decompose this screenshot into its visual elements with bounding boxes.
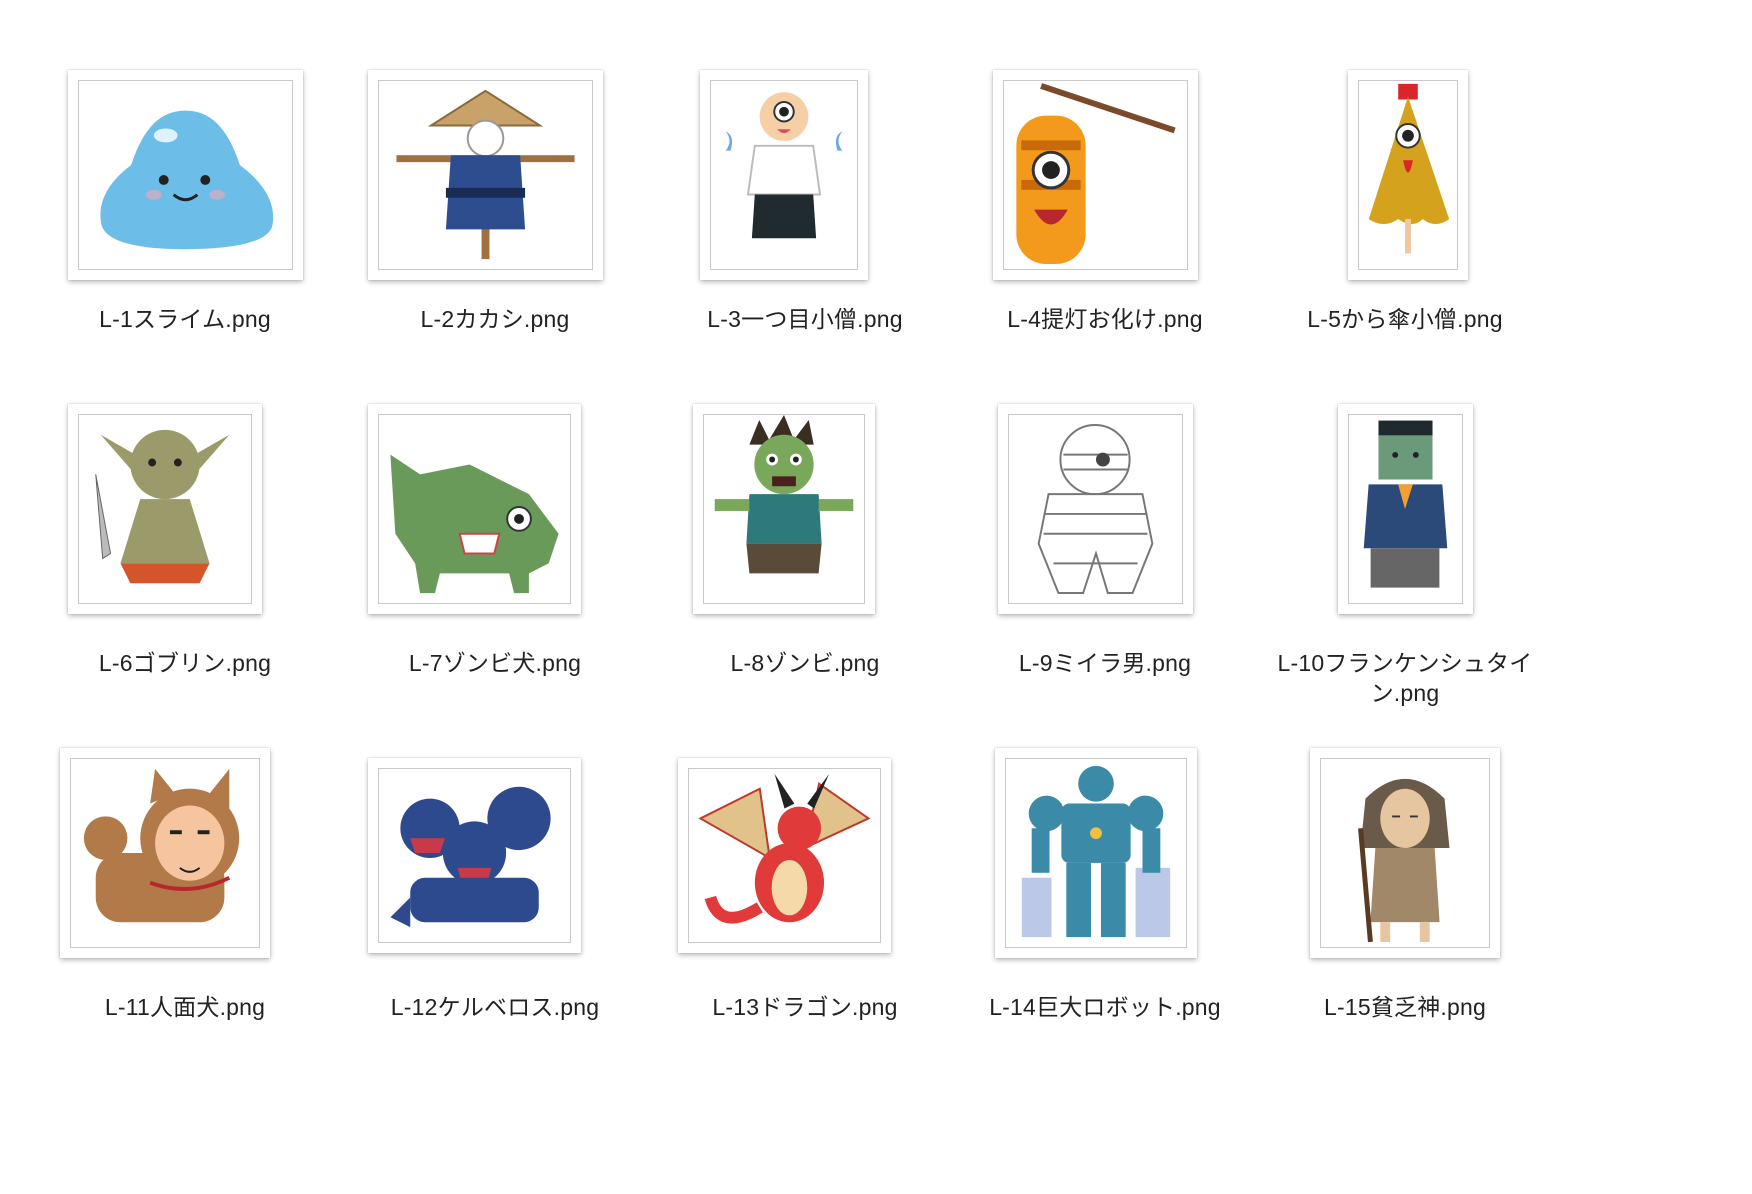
umbrella-ghost-icon	[1368, 83, 1450, 254]
file-name[interactable]: L-12ケルベロス.png	[345, 991, 645, 1024]
file-name[interactable]: L-13ドラゴン.png	[655, 991, 955, 1024]
file-thumbnail[interactable]	[993, 70, 1198, 280]
dragon-icon	[698, 773, 871, 924]
file-item[interactable]: L-13ドラゴン.png	[655, 748, 955, 1098]
file-thumbnail[interactable]	[368, 758, 581, 953]
file-item[interactable]: L-11人面犬.png	[35, 748, 335, 1098]
slime-icon	[100, 110, 274, 250]
file-item[interactable]: L-10フランケンシュタイ ン.png	[1255, 404, 1555, 754]
zombie-icon	[714, 415, 854, 574]
file-name[interactable]: L-6ゴブリン.png	[35, 647, 335, 680]
file-thumbnail[interactable]	[68, 404, 262, 614]
file-name[interactable]: L-11人面犬.png	[35, 991, 335, 1024]
file-item[interactable]: L-1スライム.png	[35, 60, 335, 410]
file-item[interactable]: L-6ゴブリン.png	[35, 404, 335, 754]
file-thumbnail[interactable]	[995, 748, 1197, 958]
file-thumbnail[interactable]	[700, 70, 868, 280]
file-name-line1[interactable]: L-10フランケンシュタイ	[1255, 647, 1555, 680]
file-item[interactable]: L-4提灯お化け.png	[955, 60, 1255, 410]
file-name[interactable]: L-4提灯お化け.png	[955, 303, 1255, 336]
file-item[interactable]: L-2カカシ.png	[345, 60, 645, 410]
file-item[interactable]: L-3一つ目小僧.png	[655, 60, 955, 410]
mummy-icon	[1037, 423, 1154, 595]
frankenstein-icon	[1363, 420, 1448, 588]
one-eyed-monk-icon	[725, 92, 843, 239]
giant-robot-icon	[1021, 765, 1171, 938]
scarecrow-icon	[396, 89, 575, 260]
file-item[interactable]: L-9ミイラ男.png	[955, 404, 1255, 754]
cerberus-icon	[390, 786, 551, 928]
file-name-line2[interactable]: ン.png	[1255, 677, 1555, 710]
file-thumbnail[interactable]	[60, 748, 270, 958]
file-name[interactable]: L-1スライム.png	[35, 303, 335, 336]
file-name[interactable]: L-8ゾンビ.png	[655, 647, 955, 680]
file-thumbnail[interactable]	[678, 758, 891, 953]
poverty-god-icon	[1358, 778, 1450, 943]
file-thumbnail[interactable]	[1310, 748, 1500, 958]
file-name[interactable]: L-7ゾンビ犬.png	[345, 647, 645, 680]
file-item[interactable]: L-5から傘小僧.png	[1255, 60, 1555, 410]
file-thumbnail[interactable]	[368, 404, 581, 614]
file-thumbnail[interactable]	[998, 404, 1193, 614]
file-thumbnail[interactable]	[1338, 404, 1473, 614]
file-item[interactable]: L-14巨大ロボット.png	[955, 748, 1255, 1098]
file-item[interactable]: L-7ゾンビ犬.png	[345, 404, 645, 754]
lantern-ghost-icon	[1016, 83, 1176, 265]
file-name[interactable]: L-9ミイラ男.png	[955, 647, 1255, 680]
file-name[interactable]: L-3一つ目小僧.png	[655, 303, 955, 336]
file-item[interactable]: L-12ケルベロス.png	[345, 748, 645, 1098]
file-name[interactable]: L-14巨大ロボット.png	[955, 991, 1255, 1024]
file-thumbnail[interactable]	[68, 70, 303, 280]
file-name[interactable]: L-2カカシ.png	[345, 303, 645, 336]
file-name[interactable]: L-5から傘小僧.png	[1255, 303, 1555, 336]
human-face-dog-icon	[83, 768, 240, 923]
goblin-icon	[95, 429, 230, 584]
file-thumbnail[interactable]	[693, 404, 875, 614]
zombie-dog-icon	[390, 454, 559, 594]
file-name[interactable]: L-15貧乏神.png	[1255, 991, 1555, 1024]
file-item[interactable]: L-8ゾンビ.png	[655, 404, 955, 754]
file-grid: L-1スライム.png L-2カカシ.png L-3一つ目小僧.png L-4提…	[0, 0, 1752, 1194]
file-thumbnail[interactable]	[1348, 70, 1468, 280]
file-item[interactable]: L-15貧乏神.png	[1255, 748, 1555, 1098]
file-thumbnail[interactable]	[368, 70, 603, 280]
